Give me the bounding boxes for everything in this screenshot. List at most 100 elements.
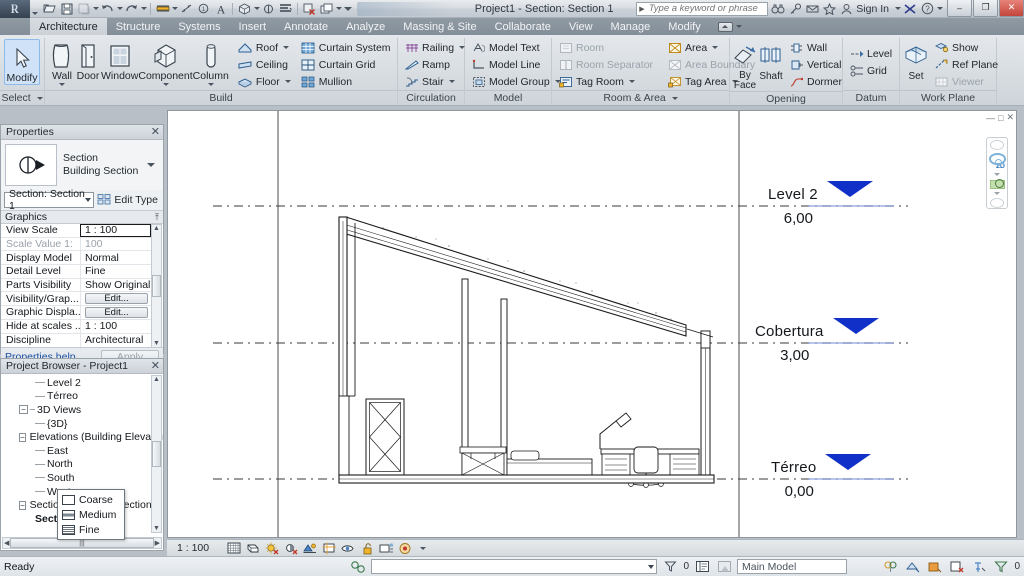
steering-wheel-dropdown-icon[interactable]	[994, 173, 1000, 177]
tree-item-east[interactable]: East	[5, 444, 149, 458]
aligned-dimension-icon[interactable]	[178, 1, 195, 17]
help-icon[interactable]: ?	[919, 1, 935, 17]
property-value[interactable]: Show Original	[80, 278, 151, 292]
properties-scrollbar[interactable]: ▲ ▼	[151, 224, 162, 348]
worksets-dialog-icon[interactable]	[693, 559, 711, 575]
tag-room-dropdown-icon[interactable]	[628, 80, 635, 83]
column-button[interactable]: Column	[193, 38, 229, 86]
mullion-button[interactable]: Mullion	[298, 73, 394, 90]
navbar-top-handle-icon[interactable]	[990, 140, 1004, 150]
search-history-icon[interactable]: ▶	[639, 5, 644, 13]
level-button[interactable]: Level	[846, 45, 895, 62]
roof-button[interactable]: Roof	[235, 39, 294, 56]
grid-button[interactable]: Grid	[846, 62, 895, 79]
tree-group-3d-views[interactable]: − 3D Views	[5, 403, 149, 417]
tree-item-north[interactable]: North	[5, 458, 149, 472]
tree-expander-minus-icon[interactable]: −	[19, 405, 28, 415]
roof-dropdown-icon[interactable]	[283, 46, 290, 49]
ribbon-minimize-control[interactable]	[717, 18, 742, 35]
property-value[interactable]: Normal	[80, 251, 151, 265]
search-field-container[interactable]: ▶	[636, 1, 769, 16]
tab-annotate[interactable]: Annotate	[275, 18, 337, 35]
zoom-dropdown-icon[interactable]	[994, 192, 1000, 196]
browser-scrollbar-thumb[interactable]	[152, 441, 161, 467]
property-value[interactable]: 1 : 100	[80, 224, 151, 237]
crop-view-icon[interactable]	[321, 541, 337, 555]
search-binoculars-icon[interactable]	[770, 1, 786, 17]
zoom-region-icon[interactable]	[989, 179, 1005, 190]
workplane-viewer-button[interactable]: Viewer	[931, 73, 1001, 90]
visual-style-icon[interactable]	[245, 541, 261, 555]
scroll-down-icon[interactable]: ▼	[153, 340, 160, 347]
tab-insert[interactable]: Insert	[230, 18, 276, 35]
subscription-key-icon[interactable]	[787, 1, 803, 17]
door-button[interactable]: Door	[75, 38, 101, 82]
render-dialog-icon[interactable]	[302, 541, 318, 555]
worksets-gray-icon[interactable]	[715, 559, 733, 575]
level-marker-terreo[interactable]: Térreo 0,00	[771, 454, 872, 500]
model-line-button[interactable]: Model Line	[468, 56, 564, 73]
area-dropdown-icon[interactable]	[712, 46, 719, 49]
modify-button[interactable]: Modify	[4, 39, 40, 85]
switch-windows-icon[interactable]	[318, 1, 335, 17]
tab-architecture[interactable]: Architecture	[30, 18, 107, 35]
tab-massing-site[interactable]: Massing & Site	[394, 18, 485, 35]
select-panel-dropdown-icon[interactable]	[36, 96, 43, 100]
ceiling-button[interactable]: Ceiling	[235, 56, 294, 73]
open-icon[interactable]	[41, 1, 58, 17]
vertical-opening-button[interactable]: Vertical	[786, 56, 845, 73]
component-dropdown-icon[interactable]	[162, 83, 169, 86]
detail-level-icon[interactable]	[226, 541, 242, 555]
select-links-icon[interactable]	[948, 559, 966, 575]
measure-dropdown-icon[interactable]	[171, 7, 178, 10]
level-marker-cobertura[interactable]: Cobertura 3,00	[755, 318, 879, 364]
tree-group-elevations[interactable]: − Elevations (Building Elevation	[5, 430, 163, 444]
ramp-button[interactable]: Ramp	[401, 56, 468, 73]
tree-item-terreo-level[interactable]: Térreo	[5, 390, 149, 404]
curtain-system-button[interactable]: Curtain System	[298, 39, 394, 56]
ref-plane-button[interactable]: Ref Plane	[931, 56, 1001, 73]
wall-button[interactable]: Wall	[49, 38, 75, 86]
redo-dropdown-icon[interactable]	[140, 7, 147, 10]
property-value[interactable]: Fine	[80, 265, 151, 278]
model-text-button[interactable]: Model Text	[468, 39, 564, 56]
tab-manage[interactable]: Manage	[602, 18, 660, 35]
dormer-opening-button[interactable]: Dormer	[786, 73, 845, 90]
design-options-icon[interactable]	[882, 559, 900, 575]
level-marker-level-2[interactable]: Level 2 6,00	[768, 181, 873, 227]
properties-close-icon[interactable]: ✕	[151, 126, 160, 138]
properties-scrollbar-thumb[interactable]	[152, 275, 161, 297]
save-icon[interactable]	[58, 1, 75, 17]
active-workset-combobox[interactable]: Main Model	[737, 559, 847, 574]
thin-lines-icon[interactable]	[277, 1, 294, 17]
qat-overflow-icon[interactable]	[342, 6, 353, 11]
text-icon[interactable]: A	[212, 1, 229, 17]
detail-level-fine-item[interactable]: Fine	[58, 522, 124, 537]
filter-status-icon[interactable]	[661, 559, 679, 575]
close-hidden-windows-icon[interactable]	[301, 1, 318, 17]
sign-in-label[interactable]: Sign In	[856, 3, 889, 15]
redo-icon[interactable]	[123, 1, 140, 17]
sign-in-dropdown-icon[interactable]	[894, 7, 901, 10]
exclude-options-icon[interactable]	[904, 559, 922, 575]
detail-level-coarse-item[interactable]: Coarse	[58, 492, 124, 507]
3d-view-dropdown-icon[interactable]	[253, 7, 260, 10]
tag-room-button[interactable]: Tag Room	[555, 73, 656, 90]
visibility-graphics-edit-button[interactable]: Edit...	[85, 293, 148, 305]
type-selector-combobox[interactable]: Section: Section 1	[4, 188, 95, 212]
exchange-apps-icon[interactable]	[902, 1, 918, 17]
search-input[interactable]	[646, 2, 766, 15]
status-selection-combobox[interactable]	[371, 559, 658, 574]
component-button[interactable]: Component	[138, 38, 193, 86]
railing-button[interactable]: Railing	[401, 39, 468, 56]
browser-scroll-right-icon[interactable]: ▶	[155, 539, 160, 547]
navigation-bar[interactable]: 2D	[986, 137, 1008, 209]
temporary-hide-isolate-icon[interactable]	[378, 541, 394, 555]
tab-systems[interactable]: Systems	[169, 18, 229, 35]
column-dropdown-icon[interactable]	[207, 83, 214, 86]
tab-structure[interactable]: Structure	[107, 18, 170, 35]
save-as-dropdown-icon[interactable]	[92, 7, 99, 10]
filter-icon[interactable]	[992, 559, 1010, 575]
quick-access-caret-icon[interactable]	[30, 0, 39, 18]
tab-collaborate[interactable]: Collaborate	[486, 18, 560, 35]
